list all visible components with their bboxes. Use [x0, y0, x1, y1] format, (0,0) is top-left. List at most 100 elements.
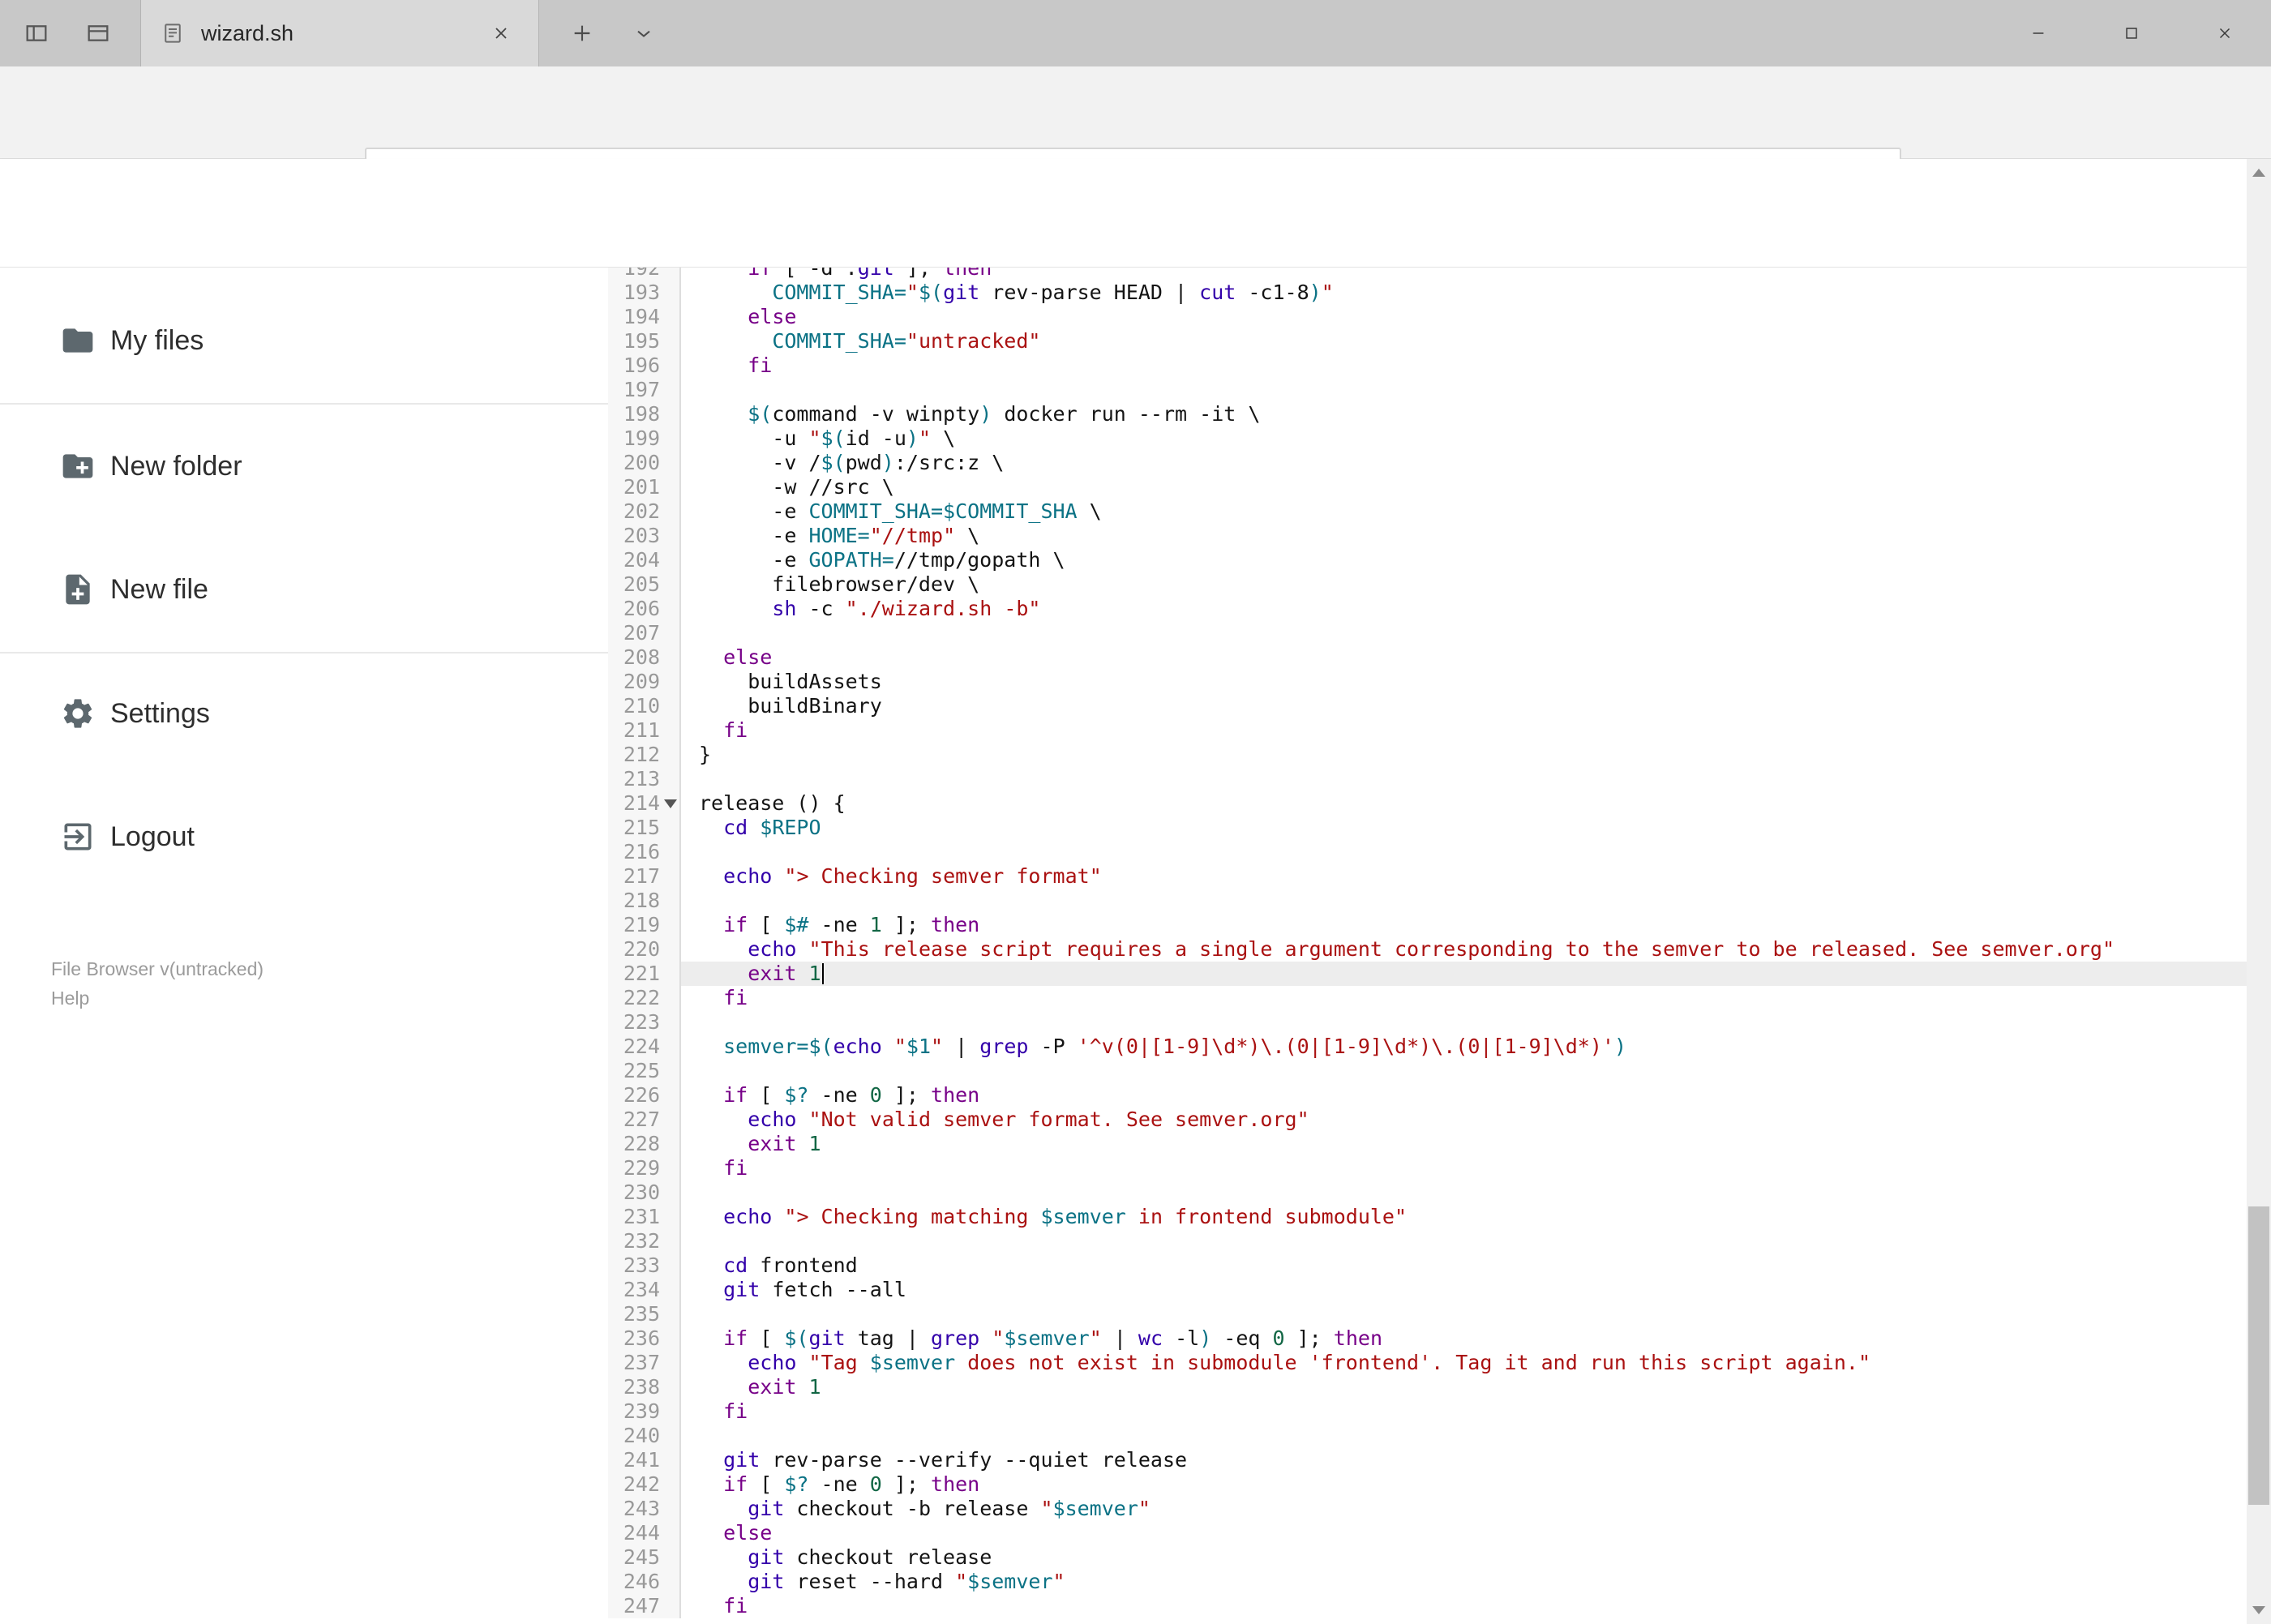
code-text[interactable]: -e GOPATH=//tmp/gopath \ [681, 548, 2247, 572]
code-line[interactable]: 205 filebrowser/dev \ [608, 572, 2247, 597]
scroll-down-arrow-icon[interactable] [2247, 1596, 2271, 1624]
code-line[interactable]: 215 cd $REPO [608, 816, 2247, 840]
code-line[interactable]: 230 [608, 1181, 2247, 1205]
code-text[interactable] [681, 621, 2247, 645]
code-line[interactable]: 239 fi [608, 1399, 2247, 1424]
sidebar-item-logout[interactable]: Logout [0, 796, 608, 877]
scrollbar-thumb[interactable] [2248, 1206, 2269, 1505]
code-text[interactable]: git rev-parse --verify --quiet release [681, 1448, 2247, 1472]
code-text[interactable]: echo "Not valid semver format. See semve… [681, 1108, 2247, 1132]
code-line[interactable]: 210 buildBinary [608, 694, 2247, 718]
code-line[interactable]: 212} [608, 743, 2247, 767]
code-text[interactable]: fi [681, 1594, 2247, 1618]
code-line[interactable]: 208 else [608, 645, 2247, 670]
code-line[interactable]: 236 if [ $(git tag | grep "$semver" | wc… [608, 1326, 2247, 1351]
code-text[interactable]: semver=$(echo "$1" | grep -P '^v(0|[1-9]… [681, 1035, 2247, 1059]
code-line[interactable]: 197 [608, 378, 2247, 402]
code-text[interactable]: buildAssets [681, 670, 2247, 694]
code-line[interactable]: 206 sh -c "./wizard.sh -b" [608, 597, 2247, 621]
code-line[interactable]: 211 fi [608, 718, 2247, 743]
code-text[interactable]: else [681, 1521, 2247, 1545]
code-line[interactable]: 209 buildAssets [608, 670, 2247, 694]
code-line[interactable]: 228 exit 1 [608, 1132, 2247, 1156]
code-line[interactable]: 238 exit 1 [608, 1375, 2247, 1399]
code-text[interactable]: if [ $? -ne 0 ]; then [681, 1472, 2247, 1497]
code-text[interactable]: -w //src \ [681, 475, 2247, 499]
code-text[interactable] [681, 840, 2247, 864]
code-text[interactable]: exit 1 [681, 1132, 2247, 1156]
code-line[interactable]: 196 fi [608, 354, 2247, 378]
code-text[interactable]: fi [681, 986, 2247, 1010]
code-line[interactable]: 234 git fetch --all [608, 1278, 2247, 1302]
code-line[interactable]: 195 COMMIT_SHA="untracked" [608, 329, 2247, 354]
code-line[interactable]: 193 COMMIT_SHA="$(git rev-parse HEAD | c… [608, 281, 2247, 305]
code-line[interactable]: 240 [608, 1424, 2247, 1448]
code-line[interactable]: 226 if [ $? -ne 0 ]; then [608, 1083, 2247, 1108]
code-text[interactable]: if [ -d .git ]; then [681, 268, 2247, 281]
code-text[interactable]: else [681, 305, 2247, 329]
code-text[interactable]: fi [681, 1156, 2247, 1181]
code-text[interactable]: echo "> Checking semver format" [681, 864, 2247, 889]
code-text[interactable]: cd frontend [681, 1253, 2247, 1278]
code-text[interactable]: release () { [681, 791, 2247, 816]
code-line[interactable]: 235 [608, 1302, 2247, 1326]
code-line[interactable]: 201 -w //src \ [608, 475, 2247, 499]
scroll-up-arrow-icon[interactable] [2247, 159, 2271, 186]
code-text[interactable] [681, 1059, 2247, 1083]
minimize-button[interactable] [1991, 0, 2085, 66]
code-text[interactable] [681, 1424, 2247, 1448]
code-line[interactable]: 246 git reset --hard "$semver" [608, 1570, 2247, 1594]
code-text[interactable]: fi [681, 354, 2247, 378]
code-line[interactable]: 198 $(command -v winpty) docker run --rm… [608, 402, 2247, 426]
code-text[interactable]: buildBinary [681, 694, 2247, 718]
code-line[interactable]: 221 exit 1 [608, 962, 2247, 986]
code-text[interactable]: exit 1 [681, 1375, 2247, 1399]
code-text[interactable]: -v /$(pwd):/src:z \ [681, 451, 2247, 475]
code-line[interactable]: 220 echo "This release script requires a… [608, 937, 2247, 962]
sidebar-item-new-file[interactable]: New file [0, 549, 608, 630]
code-text[interactable]: else [681, 645, 2247, 670]
code-line[interactable]: 242 if [ $? -ne 0 ]; then [608, 1472, 2247, 1497]
code-line[interactable]: 207 [608, 621, 2247, 645]
code-text[interactable]: git checkout release [681, 1545, 2247, 1570]
code-line[interactable]: 222 fi [608, 986, 2247, 1010]
code-text[interactable]: sh -c "./wizard.sh -b" [681, 597, 2247, 621]
code-line[interactable]: 199 -u "$(id -u)" \ [608, 426, 2247, 451]
code-line[interactable]: 204 -e GOPATH=//tmp/gopath \ [608, 548, 2247, 572]
code-text[interactable]: git reset --hard "$semver" [681, 1570, 2247, 1594]
code-line[interactable]: 244 else [608, 1521, 2247, 1545]
code-text[interactable]: COMMIT_SHA="untracked" [681, 329, 2247, 354]
tab-preview-icon[interactable] [74, 9, 122, 58]
code-line[interactable]: 237 echo "Tag $semver does not exist in … [608, 1351, 2247, 1375]
code-text[interactable] [681, 378, 2247, 402]
code-line[interactable]: 217 echo "> Checking semver format" [608, 864, 2247, 889]
code-line[interactable]: 245 git checkout release [608, 1545, 2247, 1570]
sidebar-item-settings[interactable]: Settings [0, 673, 608, 754]
code-text[interactable]: $(command -v winpty) docker run --rm -it… [681, 402, 2247, 426]
code-line[interactable]: 232 [608, 1229, 2247, 1253]
code-line[interactable]: 247 fi [608, 1594, 2247, 1618]
code-line[interactable]: 213 [608, 767, 2247, 791]
code-line[interactable]: 192 if [ -d .git ]; then [608, 268, 2247, 281]
code-text[interactable]: COMMIT_SHA="$(git rev-parse HEAD | cut -… [681, 281, 2247, 305]
code-text[interactable] [681, 1229, 2247, 1253]
code-text[interactable]: -e COMMIT_SHA=$COMMIT_SHA \ [681, 499, 2247, 524]
code-text[interactable]: fi [681, 1399, 2247, 1424]
code-text[interactable]: filebrowser/dev \ [681, 572, 2247, 597]
code-text[interactable]: cd $REPO [681, 816, 2247, 840]
fold-arrow-icon[interactable] [664, 799, 677, 808]
code-text[interactable] [681, 1010, 2247, 1035]
code-text[interactable]: git fetch --all [681, 1278, 2247, 1302]
code-line[interactable]: 202 -e COMMIT_SHA=$COMMIT_SHA \ [608, 499, 2247, 524]
code-line[interactable]: 216 [608, 840, 2247, 864]
code-text[interactable]: } [681, 743, 2247, 767]
new-tab-button[interactable] [558, 9, 606, 58]
set-tabs-aside-icon[interactable] [12, 9, 61, 58]
code-text[interactable]: -u "$(id -u)" \ [681, 426, 2247, 451]
code-editor[interactable]: 192 if [ -d .git ]; then 193 COMMIT_SHA="… [608, 268, 2247, 1624]
code-line[interactable]: 214 release () { [608, 791, 2247, 816]
code-text[interactable]: echo "> Checking matching $semver in fro… [681, 1205, 2247, 1229]
code-text[interactable]: if [ $? -ne 0 ]; then [681, 1083, 2247, 1108]
code-line[interactable]: 223 [608, 1010, 2247, 1035]
app-version-link[interactable]: File Browser v(untracked) [51, 955, 264, 983]
